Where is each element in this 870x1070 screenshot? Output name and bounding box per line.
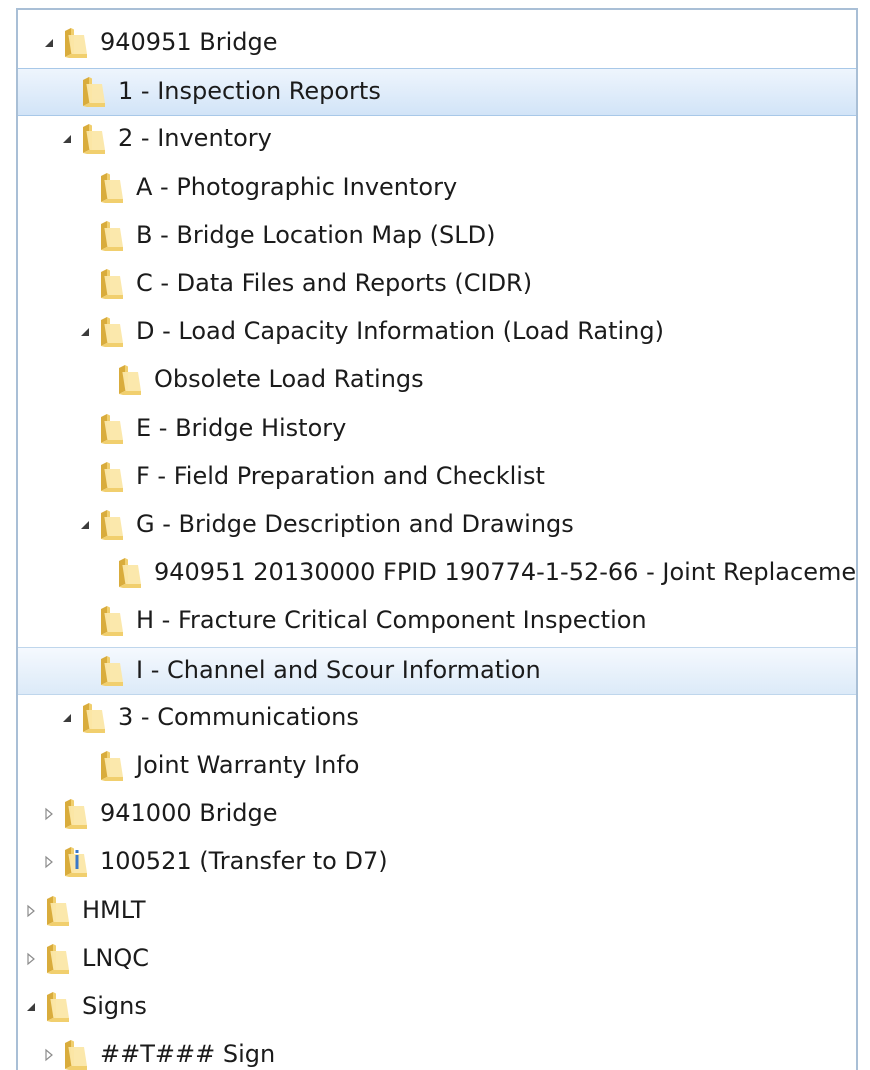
expanded-triangle-icon[interactable] — [60, 711, 74, 725]
tree-item-940951-bridge[interactable]: 940951 Bridge — [18, 20, 856, 66]
folder-icon — [42, 990, 72, 1024]
folder-icon — [96, 604, 126, 638]
tree-item-f-field-preparation-and-checklist[interactable]: F - Field Preparation and Checklist — [18, 454, 856, 500]
expanded-triangle-icon[interactable] — [60, 132, 74, 146]
tree-item-label: I - Channel and Scour Information — [136, 655, 541, 684]
collapsed-triangle-icon[interactable] — [24, 904, 38, 918]
tree-item-d-load-capacity-information-load-rating[interactable]: D - Load Capacity Information (Load Rati… — [18, 309, 856, 355]
folder-tree-panel: 940951 Bridge 1 - Inspection Reports 2 - I… — [16, 8, 858, 1070]
collapsed-triangle-icon[interactable] — [24, 952, 38, 966]
folder-icon — [96, 267, 126, 301]
tree-item-2-inventory[interactable]: 2 - Inventory — [18, 116, 856, 162]
folder-icon — [96, 219, 126, 253]
tree-item-a-photographic-inventory[interactable]: A - Photographic Inventory — [18, 165, 856, 211]
tree-item-h-fracture-critical-component-inspection[interactable]: H - Fracture Critical Component Inspecti… — [18, 598, 856, 644]
tree-item-label: 100521 (Transfer to D7) — [100, 847, 388, 876]
tree-item-1-inspection-reports[interactable]: 1 - Inspection Reports — [18, 68, 856, 117]
folder-icon — [42, 894, 72, 928]
tree-item-3-communications[interactable]: 3 - Communications — [18, 695, 856, 741]
tree-item-c-data-files-and-reports-cidr[interactable]: C - Data Files and Reports (CIDR) — [18, 261, 856, 307]
folder-icon — [78, 122, 108, 156]
tree-item-label: 941000 Bridge — [100, 799, 278, 828]
folder-icon — [96, 315, 126, 349]
tree-item-label: 1 - Inspection Reports — [118, 77, 381, 106]
tree-item-label: HMLT — [82, 895, 146, 924]
folder-icon — [60, 1038, 90, 1070]
tree-item-label: G - Bridge Description and Drawings — [136, 510, 574, 538]
folder-icon — [96, 749, 126, 783]
tree-item-label: LNQC — [82, 943, 149, 972]
collapsed-triangle-icon[interactable] — [42, 855, 56, 869]
tree-item-label: D - Load Capacity Information (Load Rati… — [136, 317, 664, 346]
tree-item-t-sign[interactable]: ##T### Sign — [18, 1032, 856, 1070]
folder-icon — [60, 26, 90, 60]
folder-icon — [42, 942, 72, 976]
tree-item-hmlt[interactable]: HMLT — [18, 888, 856, 934]
tree-item-941000-bridge[interactable]: 941000 Bridge — [18, 791, 856, 837]
collapsed-triangle-icon[interactable] — [42, 1048, 56, 1062]
tree-item-label: F - Field Preparation and Checklist — [136, 461, 545, 490]
tree-item-label: Signs — [82, 992, 147, 1020]
expanded-triangle-icon[interactable] — [42, 36, 56, 50]
folder-icon — [114, 556, 144, 590]
tree-item-label: ##T### Sign — [100, 1040, 276, 1069]
folder-icon — [96, 171, 126, 205]
tree-item-e-bridge-history[interactable]: E - Bridge History — [18, 406, 856, 452]
collapsed-triangle-icon[interactable] — [42, 807, 56, 821]
tree-item-lnqc[interactable]: LNQC — [18, 936, 856, 982]
tree-item-label: H - Fracture Critical Component Inspecti… — [136, 606, 647, 635]
tree-item-label: 2 - Inventory — [118, 124, 272, 153]
folder-icon — [96, 508, 126, 542]
tree-item-obsolete-load-ratings[interactable]: Obsolete Load Ratings — [18, 357, 856, 403]
folder-icon — [60, 797, 90, 831]
folder-icon — [78, 701, 108, 735]
tree-item-g-bridge-description-and-drawings[interactable]: G - Bridge Description and Drawings — [18, 502, 856, 548]
folder-tree: 940951 Bridge 1 - Inspection Reports 2 - I… — [18, 10, 856, 1070]
tree-item-i-channel-and-scour-information[interactable]: I - Channel and Scour Information — [18, 646, 856, 695]
expanded-triangle-icon[interactable] — [24, 1000, 38, 1014]
tree-item-label: Joint Warranty Info — [136, 751, 360, 779]
folder-icon — [96, 654, 126, 688]
tree-item-b-bridge-location-map-sld[interactable]: B - Bridge Location Map (SLD) — [18, 213, 856, 259]
tree-item-label: C - Data Files and Reports (CIDR) — [136, 269, 533, 297]
tree-item-label: B - Bridge Location Map (SLD) — [136, 220, 496, 249]
tree-item-label: 3 - Communications — [118, 702, 359, 731]
folder-icon — [114, 363, 144, 397]
folder-icon — [96, 412, 126, 446]
tree-item-label: 940951 Bridge — [100, 28, 278, 56]
expanded-triangle-icon[interactable] — [78, 518, 92, 532]
tree-item-940951-20130000-fpid-190774-1-52-66-joint-replacement[interactable]: 940951 20130000 FPID 190774-1-52-66 - Jo… — [18, 550, 856, 596]
tree-item-100521-transfer-to-d7[interactable]: 100521 (Transfer to D7) — [18, 839, 856, 885]
tree-item-label: E - Bridge History — [136, 413, 347, 442]
tree-item-signs[interactable]: Signs — [18, 984, 856, 1030]
tree-item-joint-warranty-info[interactable]: Joint Warranty Info — [18, 743, 856, 789]
folder-icon — [96, 460, 126, 494]
folder-icon — [78, 75, 108, 109]
expanded-triangle-icon[interactable] — [78, 325, 92, 339]
tree-item-label: Obsolete Load Ratings — [154, 365, 424, 394]
tree-item-label: A - Photographic Inventory — [136, 172, 458, 201]
tree-item-label: 940951 20130000 FPID 190774-1-52-66 - Jo… — [154, 558, 858, 587]
info-folder-icon — [60, 845, 90, 879]
